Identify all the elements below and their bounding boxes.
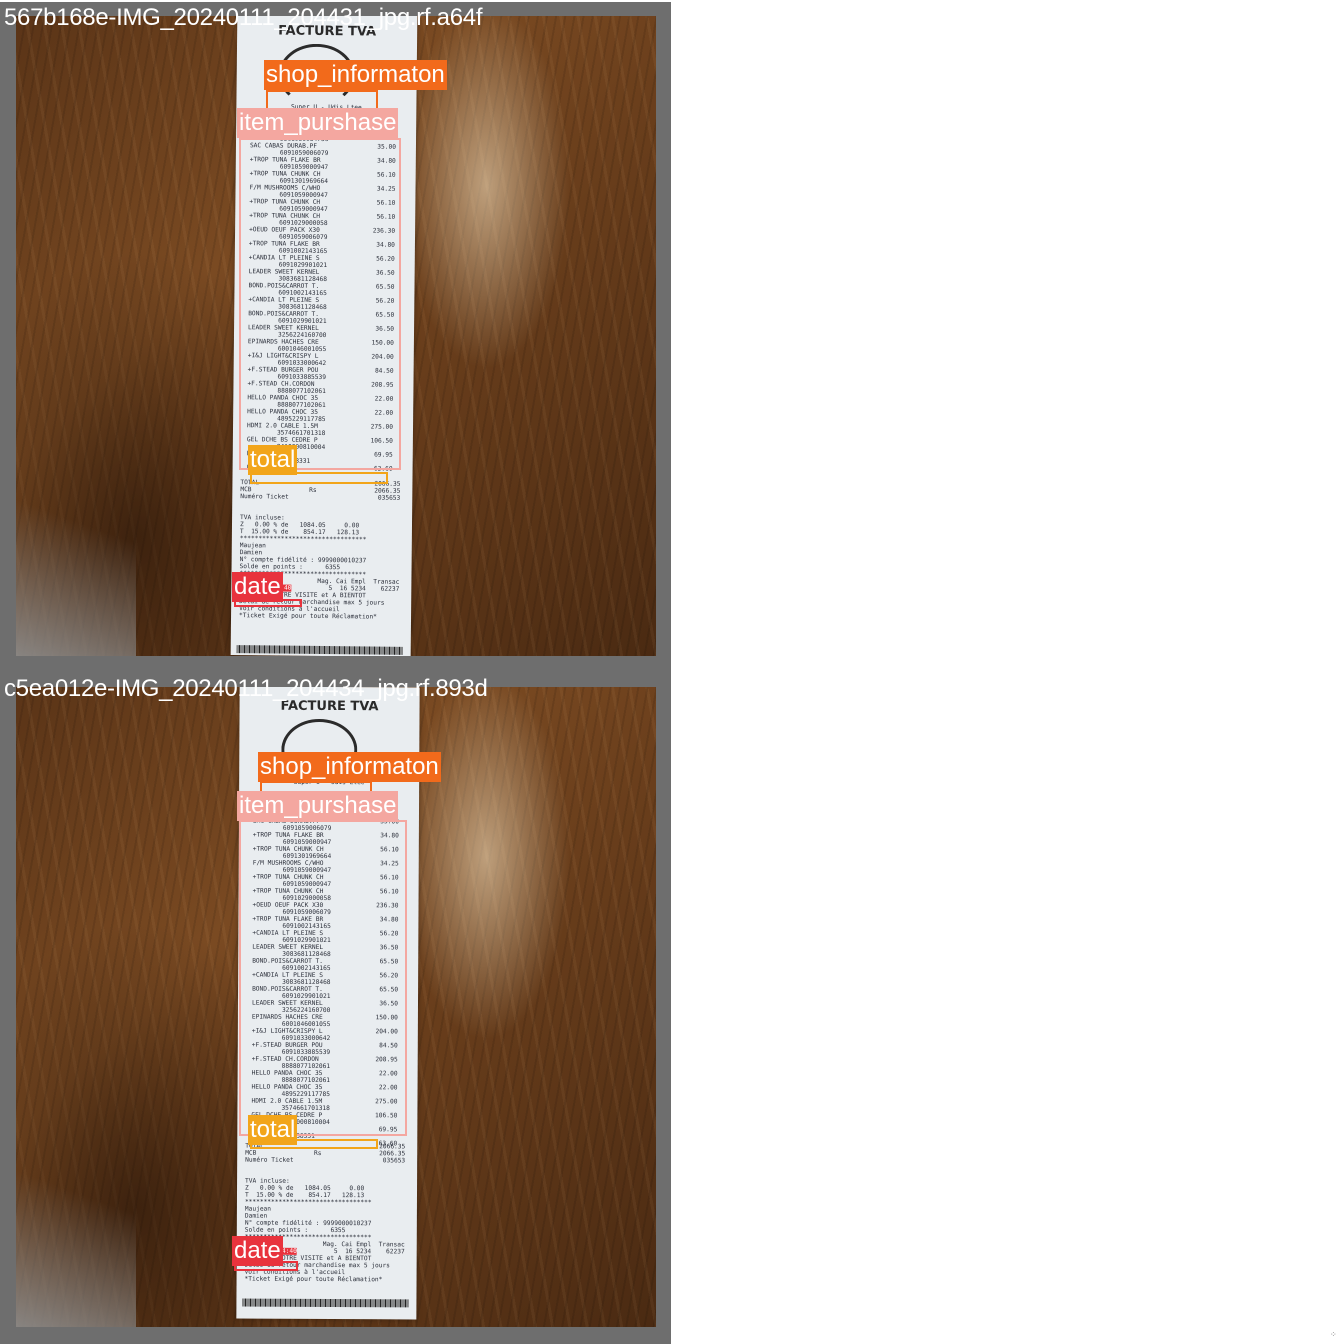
label-shop-informaton: shop_informaton <box>258 752 441 782</box>
barcode <box>242 1298 409 1308</box>
label-date: date <box>232 1236 283 1266</box>
mcb-currency: Rs <box>309 486 317 494</box>
image-caption: 567b168e-IMG_20240111_204431_jpg.rf.a64f <box>4 4 483 31</box>
ticket-value: 035653 <box>377 494 401 502</box>
label-item-purshase: item_purshase <box>237 791 399 821</box>
mcb-currency: Rs <box>314 1149 322 1157</box>
label-item-purshase: item_purshase <box>237 108 399 138</box>
ticket-label: Numéro Ticket <box>245 1156 294 1164</box>
tile-2: FACTURE TVA Super U - Udis Ltee 33689509… <box>0 673 671 1344</box>
corner-mark: ⁘ <box>1330 1330 1337 1339</box>
label-shop-informaton: shop_informaton <box>264 60 447 90</box>
image-caption: c5ea012e-IMG_20240111_204434_jpg.rf.893d <box>4 675 488 702</box>
bbox-item-purshase <box>239 138 401 470</box>
ticket-label: Numéro Ticket <box>240 493 289 501</box>
shadow-area <box>16 1147 136 1327</box>
barcode <box>236 645 403 655</box>
label-total: total <box>248 1115 298 1145</box>
bbox-item-purshase <box>239 820 407 1136</box>
bbox-shop-informaton <box>266 90 378 110</box>
footer-line: *Ticket Exigé pour toute Réclamation* <box>239 612 377 621</box>
ticket-value: 035653 <box>382 1157 406 1165</box>
label-total: total <box>248 445 298 475</box>
shadow-area <box>16 476 136 656</box>
tile-1: FACTURE TVA Super U - Udis Ltee 33689509… <box>0 2 671 673</box>
label-date: date <box>232 572 283 602</box>
mcb-label: MCB <box>245 1149 257 1157</box>
receipt-title: FACTURE TVA <box>280 698 379 715</box>
footer-line: *Ticket Exigé pour toute Réclamation* <box>244 1275 383 1284</box>
